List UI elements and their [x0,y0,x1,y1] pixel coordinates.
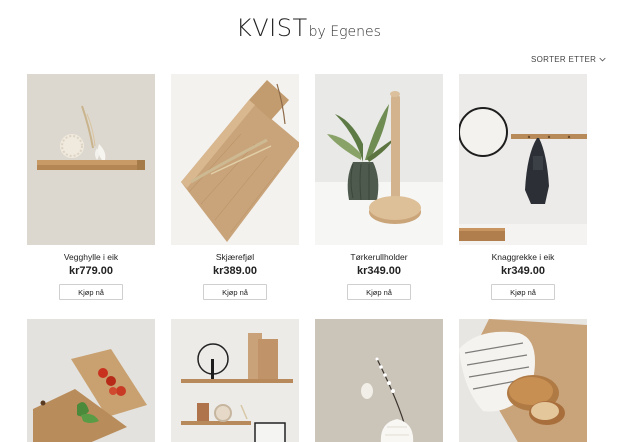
chevron-down-icon [599,57,606,62]
brand-subtitle: by Egenes [308,24,381,40]
product-card[interactable] [315,319,443,442]
product-image-wall-shelf[interactable] [27,74,155,245]
product-image-serving-boards[interactable] [27,319,155,442]
product-card[interactable] [27,319,155,442]
buy-button[interactable]: Kjøp nå [59,284,123,300]
brand-logo[interactable]: KVISTby Egenes [236,14,381,42]
product-name[interactable]: Knaggrekke i eik [459,252,587,263]
product-price: kr779.00 [68,265,114,277]
product-image-vase-branch[interactable] [315,319,443,442]
product-price: kr349.00 [500,265,546,277]
buy-button[interactable]: Kjøp nå [491,284,555,300]
product-name[interactable]: Tørkerullholder [315,252,443,263]
product-card[interactable]: Skjærefjøl kr389.00 Kjøp nå [171,74,299,300]
product-image-paper-towel-holder[interactable] [315,74,443,245]
product-name[interactable]: Vegghylle i eik [27,252,155,263]
product-image-bread-board[interactable] [459,319,587,442]
product-name[interactable]: Skjærefjøl [171,252,299,263]
product-card[interactable]: Knaggrekke i eik kr349.00 Kjøp nå [459,74,587,300]
product-image-cutting-board[interactable] [171,74,299,245]
product-card[interactable]: Vegghylle i eik kr779.00 Kjøp nå [27,74,155,300]
product-image-coat-rack[interactable] [459,74,587,245]
product-card[interactable] [459,319,587,442]
product-image-picture-shelf[interactable] [171,319,299,442]
product-price: kr389.00 [212,265,258,277]
product-price: kr349.00 [356,265,402,277]
product-card[interactable] [171,319,299,442]
brand-name: KVIST [236,14,308,42]
sort-dropdown[interactable]: SORTER ETTER [531,55,606,64]
sort-label: SORTER ETTER [531,55,597,64]
buy-button[interactable]: Kjøp nå [347,284,411,300]
product-card[interactable]: Tørkerullholder kr349.00 Kjøp nå [315,74,443,300]
site-header: KVISTby Egenes [0,0,619,52]
buy-button[interactable]: Kjøp nå [203,284,267,300]
